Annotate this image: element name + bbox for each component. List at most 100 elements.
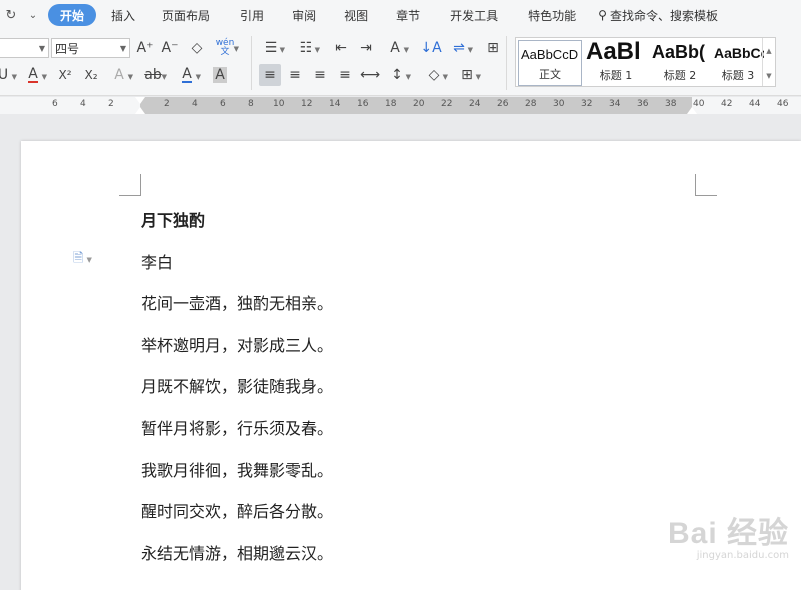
bullets-button[interactable]: ☰ ▼: [260, 37, 285, 59]
chevron-down-icon: ▼: [11, 73, 17, 81]
ruler-number: 44: [749, 99, 761, 109]
chevron-down-icon: ▼: [161, 73, 167, 81]
sort-icon: ↓A: [420, 40, 442, 56]
shrink-font-button[interactable]: A⁻: [159, 37, 181, 59]
poem-title: 月下独酌: [141, 211, 206, 230]
outdent-icon: ⇤: [335, 40, 347, 56]
ruler-number: 6: [220, 99, 226, 109]
text-direction-button[interactable]: A ▼: [384, 37, 409, 59]
chevron-down-icon: ▼: [403, 46, 409, 54]
text-direction-icon: A: [390, 40, 400, 56]
increase-indent-button[interactable]: ⇥: [355, 37, 377, 59]
styles-gallery: AaBbCcD 正文 AaBl 标题 1 AaBb( 标题 2 AaBbCcI …: [515, 37, 776, 87]
style-normal[interactable]: AaBbCcD 正文: [518, 40, 582, 86]
style-heading-1[interactable]: AaBl 标题 1: [584, 40, 648, 86]
menu-tab-developer[interactable]: 开发工具: [434, 4, 514, 26]
ruler-number: 4: [192, 99, 198, 109]
subscript-button[interactable]: X₂: [80, 64, 102, 86]
highlight-button[interactable]: ab ▼: [142, 64, 167, 86]
align-center-button[interactable]: ≡: [284, 64, 306, 86]
table-button[interactable]: ⊞: [482, 37, 504, 59]
poem-line: 醒时同交欢，醉后各分散。: [141, 502, 334, 521]
align-left-button[interactable]: ≡: [259, 64, 281, 86]
margin-corner-top-left: [119, 174, 141, 196]
underline-icon: U: [0, 67, 9, 83]
search-icon: ⚲: [598, 8, 607, 22]
chevron-down-icon: ▼: [467, 46, 473, 54]
ruler-number: 12: [301, 99, 313, 109]
menu-tab-features[interactable]: 特色功能: [514, 4, 590, 26]
ruler-number: 4: [80, 99, 86, 109]
chevron-down-icon: ▼: [86, 256, 92, 264]
line-spacing-button[interactable]: ↕ ▼: [386, 64, 411, 86]
style-label: 标题 1: [599, 69, 633, 82]
paint-bucket-icon: ◇: [428, 67, 440, 83]
menu-tab-view[interactable]: 视图: [330, 4, 382, 26]
menu-tab-references[interactable]: 引用: [226, 4, 278, 26]
style-heading-3[interactable]: AaBbCcI 标题 3: [712, 40, 764, 86]
justify-button[interactable]: ≡: [334, 64, 356, 86]
quick-access-more-icon[interactable]: ⌄: [22, 4, 44, 26]
poem-line: 我歌月徘徊，我舞影零乱。: [141, 461, 334, 480]
style-label: 标题 2: [663, 69, 697, 82]
ruler-number: 2: [108, 99, 114, 109]
ruler-number: 24: [469, 99, 481, 109]
horizontal-ruler[interactable]: 6 4 2 2 4 6 8 10 12 14 16 18 20 22 24 26…: [0, 97, 801, 120]
phonetic-guide-button[interactable]: wén 文 ▼: [214, 37, 239, 59]
ruler-number: 34: [609, 99, 621, 109]
menu-bar: ↻ ⌄ 开始 插入 页面布局 引用 审阅 视图 章节 开发工具 特色功能 ⚲ 查…: [0, 0, 801, 30]
text-effect-button[interactable]: A ▼: [108, 64, 133, 86]
menu-tab-review[interactable]: 审阅: [278, 4, 330, 26]
clear-format-button[interactable]: ◇: [186, 37, 208, 59]
grow-font-button[interactable]: A⁺: [134, 37, 156, 59]
ruler-number: 30: [553, 99, 565, 109]
first-line-indent-marker[interactable]: [135, 97, 145, 104]
ruler-number: 36: [637, 99, 649, 109]
borders-button[interactable]: ⊞ ▼: [456, 64, 481, 86]
ruler-number: 14: [329, 99, 341, 109]
menu-tab-page-layout[interactable]: 页面布局: [146, 4, 226, 26]
menu-tab-insert[interactable]: 插入: [100, 4, 146, 26]
menu-tab-home[interactable]: 开始: [48, 4, 97, 26]
styles-scrollbar[interactable]: ▲ ▼: [762, 38, 775, 86]
align-center-icon: ≡: [289, 67, 301, 83]
line-spacing-icon: ↕: [391, 67, 403, 83]
ribbon-separator: [506, 36, 507, 90]
ruler-number: 32: [581, 99, 593, 109]
font-name-combo[interactable]: ▼: [0, 38, 49, 58]
align-right-button[interactable]: ≡: [309, 64, 331, 86]
command-search[interactable]: ⚲ 查找命令、搜索模板: [590, 7, 726, 24]
bullet-list-icon: ☰: [264, 40, 278, 56]
chevron-down-icon[interactable]: ▼: [766, 72, 771, 80]
underline-button[interactable]: U ▼: [0, 64, 17, 86]
chevron-down-icon: ▼: [41, 73, 47, 81]
strikethrough-color-button[interactable]: A ▼: [22, 64, 47, 86]
font-color-button[interactable]: A ▼: [176, 64, 201, 86]
paragraph-spacing-button[interactable]: ⇌ ▼: [448, 37, 473, 59]
watermark-logo-text: Bai 经验: [667, 517, 789, 550]
sort-button[interactable]: ↓A: [420, 37, 442, 59]
shading-button[interactable]: ◇ ▼: [423, 64, 448, 86]
menu-tab-section[interactable]: 章节: [382, 4, 434, 26]
font-color-icon: A: [182, 66, 192, 83]
ruler-number: 28: [525, 99, 537, 109]
character-shading-button[interactable]: A: [209, 64, 231, 86]
distributed-button[interactable]: ⟷: [359, 64, 381, 86]
style-heading-2[interactable]: AaBb( 标题 2: [650, 40, 710, 86]
font-size-combo[interactable]: 四号 ▼: [51, 38, 130, 58]
justify-icon: ≡: [339, 67, 351, 83]
ruler-number: 26: [497, 99, 509, 109]
redo-icon[interactable]: ↻: [0, 4, 22, 26]
document-icon: 🗎: [73, 251, 84, 266]
poem-line: 月既不解饮，影徒随我身。: [141, 377, 334, 396]
right-indent-marker[interactable]: [687, 107, 697, 114]
paragraph-options[interactable]: 🗎 ▼: [73, 249, 92, 271]
style-sample-text: AaBbCcD: [521, 47, 579, 62]
font-color-a-icon: A: [28, 66, 38, 83]
hanging-indent-marker[interactable]: [135, 107, 145, 114]
chevron-up-icon[interactable]: ▲: [766, 47, 771, 55]
superscript-button[interactable]: X²: [54, 64, 76, 86]
numbering-button[interactable]: ☷ ▼: [295, 37, 320, 59]
decrease-indent-button[interactable]: ⇤: [330, 37, 352, 59]
ruler-number: 46: [777, 99, 789, 109]
